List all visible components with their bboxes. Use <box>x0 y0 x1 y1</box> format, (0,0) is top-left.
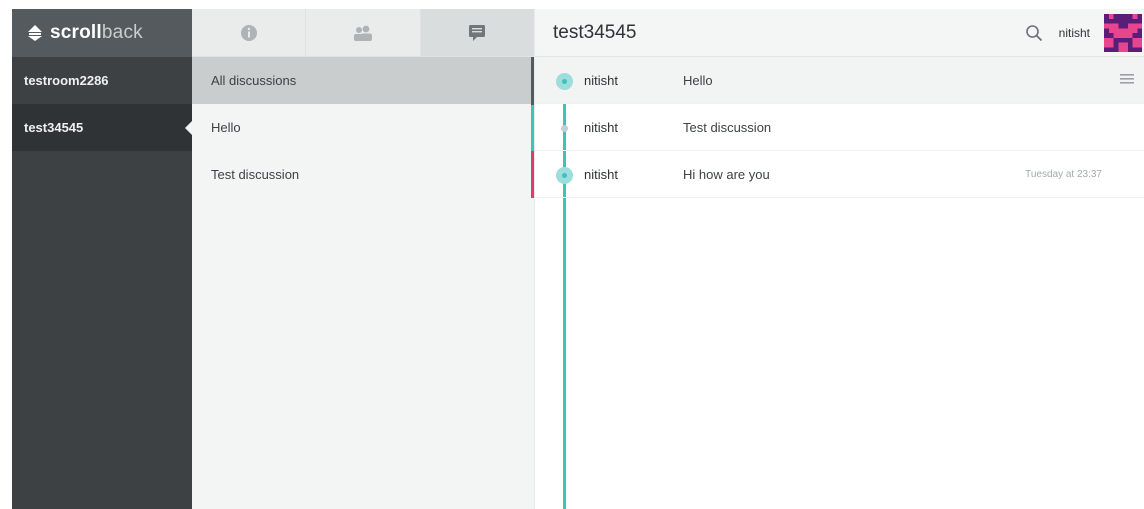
current-user-name[interactable]: nitisht <box>1059 26 1090 40</box>
scrollback-logo-icon <box>28 25 42 41</box>
room-sidebar: scrollback testroom2286 test34545 <box>12 9 192 509</box>
brand-header[interactable]: scrollback <box>12 9 192 57</box>
message-author: nitisht <box>584 72 618 88</box>
room-title: test34545 <box>553 21 637 43</box>
message-row[interactable]: nitisht Hello <box>535 57 1144 104</box>
panel-tabs <box>192 9 534 57</box>
menu-icon[interactable] <box>1120 72 1134 86</box>
tab-people[interactable] <box>306 9 421 56</box>
brand-name: scrollback <box>50 22 143 43</box>
chat-panel: test34545 nitisht nitisht Hello nitisht … <box>534 9 1144 509</box>
discussion-label: Hello <box>211 120 241 135</box>
message-text: Hello <box>683 72 713 88</box>
message-timestamp: Tuesday at 23:37 <box>1025 168 1102 180</box>
discussion-label: Test discussion <box>211 167 300 182</box>
info-icon <box>240 24 257 41</box>
thread-dot-icon <box>561 125 568 132</box>
room-label: testroom2286 <box>24 73 109 88</box>
avatar[interactable] <box>1104 14 1142 52</box>
discussions-icon <box>469 24 486 41</box>
thread-dot-icon <box>556 73 573 90</box>
thread-dot-icon <box>556 167 573 184</box>
message-row[interactable]: nitisht Hi how are you Tuesday at 23:37 <box>535 151 1144 198</box>
app-window: scrollback testroom2286 test34545 All di… <box>12 9 1144 509</box>
tab-info[interactable] <box>192 9 307 56</box>
discussion-label: All discussions <box>211 73 297 88</box>
message-text: Test discussion <box>683 119 772 135</box>
tab-discussions[interactable] <box>420 9 534 56</box>
header-actions: nitisht <box>1025 9 1144 57</box>
message-author: nitisht <box>584 166 618 182</box>
people-icon <box>353 25 372 41</box>
discussion-item-test-discussion[interactable]: Test discussion <box>192 151 534 198</box>
room-label: test34545 <box>24 120 84 135</box>
message-text: Hi how are you <box>683 166 770 182</box>
discussion-item-hello[interactable]: Hello <box>192 104 534 151</box>
message-author: nitisht <box>584 119 618 135</box>
sidebar-item-testroom2286[interactable]: testroom2286 <box>12 57 192 104</box>
search-icon[interactable] <box>1025 24 1043 42</box>
message-row[interactable]: nitisht Test discussion <box>535 104 1144 151</box>
discussion-item-all[interactable]: All discussions <box>192 57 534 104</box>
discussions-panel: All discussions Hello Test discussion <box>192 9 534 509</box>
sidebar-item-test34545[interactable]: test34545 <box>12 104 192 151</box>
